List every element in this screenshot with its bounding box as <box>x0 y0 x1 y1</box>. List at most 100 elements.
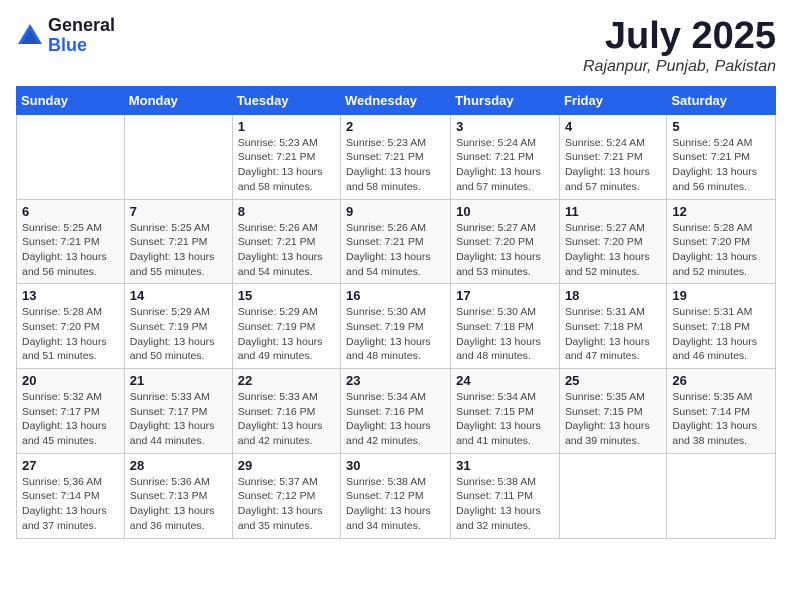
day-number: 27 <box>22 458 119 473</box>
calendar-cell: 29 Sunrise: 5:37 AM Sunset: 7:12 PM Dayli… <box>232 453 340 538</box>
day-detail: Sunrise: 5:38 AM Sunset: 7:12 PM Dayligh… <box>346 475 445 534</box>
calendar-cell: 13Sunrise: 5:28 AM Sunset: 7:20 PM Dayli… <box>17 284 125 369</box>
day-detail: Sunrise: 5:27 AM Sunset: 7:20 PM Dayligh… <box>456 221 554 280</box>
calendar-cell: 16Sunrise: 5:30 AM Sunset: 7:19 PM Dayli… <box>341 284 451 369</box>
day-number: 25 <box>565 373 661 388</box>
calendar-cell: 18 Sunrise: 5:31 AM Sunset: 7:18 PM Dayli… <box>559 284 666 369</box>
day-detail: Sunrise: 5:27 AM Sunset: 7:20 PM Dayligh… <box>565 221 661 280</box>
day-number: 12 <box>672 204 770 219</box>
calendar-cell: 25 Sunrise: 5:35 AM Sunset: 7:15 PM Dayli… <box>559 369 666 454</box>
calendar-cell: 9 Sunrise: 5:26 AM Sunset: 7:21 PM Daylig… <box>341 199 451 284</box>
day-detail: Sunrise: 5:29 AM Sunset: 7:19 PM Dayligh… <box>238 305 335 364</box>
day-detail: Sunrise: 5:32 AM Sunset: 7:17 PM Dayligh… <box>22 390 119 449</box>
calendar-header: SundayMondayTuesdayWednesdayThursdayFrid… <box>17 86 776 114</box>
calendar-cell: 8Sunrise: 5:26 AM Sunset: 7:21 PM Daylig… <box>232 199 340 284</box>
calendar-cell: 27Sunrise: 5:36 AM Sunset: 7:14 PM Dayli… <box>17 453 125 538</box>
calendar-week-row: 1 Sunrise: 5:23 AM Sunset: 7:21 PM Daylig… <box>17 114 776 199</box>
day-detail: Sunrise: 5:24 AM Sunset: 7:21 PM Dayligh… <box>672 136 770 195</box>
calendar-cell: 22 Sunrise: 5:33 AM Sunset: 7:16 PM Dayli… <box>232 369 340 454</box>
logo-text: General Blue <box>48 16 115 56</box>
page-header: General Blue July 2025 Rajanpur, Punjab,… <box>16 16 776 76</box>
day-number: 30 <box>346 458 445 473</box>
day-number: 20 <box>22 373 119 388</box>
calendar-cell: 1 Sunrise: 5:23 AM Sunset: 7:21 PM Daylig… <box>232 114 340 199</box>
day-detail: Sunrise: 5:24 AM Sunset: 7:21 PM Dayligh… <box>565 136 661 195</box>
day-detail: Sunrise: 5:31 AM Sunset: 7:18 PM Dayligh… <box>565 305 661 364</box>
calendar-cell: 10 Sunrise: 5:27 AM Sunset: 7:20 PM Dayli… <box>451 199 560 284</box>
day-detail: Sunrise: 5:23 AM Sunset: 7:21 PM Dayligh… <box>238 136 335 195</box>
day-number: 2 <box>346 119 445 134</box>
day-detail: Sunrise: 5:24 AM Sunset: 7:21 PM Dayligh… <box>456 136 554 195</box>
day-detail: Sunrise: 5:25 AM Sunset: 7:21 PM Dayligh… <box>130 221 227 280</box>
calendar-cell: 31 Sunrise: 5:38 AM Sunset: 7:11 PM Dayli… <box>451 453 560 538</box>
logo-general-text: General <box>48 16 115 36</box>
day-number: 31 <box>456 458 554 473</box>
weekday-header-sunday: Sunday <box>17 86 125 114</box>
calendar-cell: 17 Sunrise: 5:30 AM Sunset: 7:18 PM Dayli… <box>451 284 560 369</box>
calendar-cell <box>667 453 776 538</box>
calendar-cell: 11 Sunrise: 5:27 AM Sunset: 7:20 PM Dayli… <box>559 199 666 284</box>
month-title: July 2025 <box>583 16 776 58</box>
calendar-cell <box>17 114 125 199</box>
calendar-cell: 28 Sunrise: 5:36 AM Sunset: 7:13 PM Dayli… <box>124 453 232 538</box>
weekday-header-wednesday: Wednesday <box>341 86 451 114</box>
calendar-cell: 2Sunrise: 5:23 AM Sunset: 7:21 PM Daylig… <box>341 114 451 199</box>
calendar-cell: 19Sunrise: 5:31 AM Sunset: 7:18 PM Dayli… <box>667 284 776 369</box>
weekday-header-thursday: Thursday <box>451 86 560 114</box>
day-detail: Sunrise: 5:29 AM Sunset: 7:19 PM Dayligh… <box>130 305 227 364</box>
calendar-body: 1 Sunrise: 5:23 AM Sunset: 7:21 PM Daylig… <box>17 114 776 538</box>
day-detail: Sunrise: 5:26 AM Sunset: 7:21 PM Dayligh… <box>238 221 335 280</box>
day-detail: Sunrise: 5:28 AM Sunset: 7:20 PM Dayligh… <box>22 305 119 364</box>
day-number: 6 <box>22 204 119 219</box>
day-detail: Sunrise: 5:37 AM Sunset: 7:12 PM Dayligh… <box>238 475 335 534</box>
day-number: 15 <box>238 288 335 303</box>
logo: General Blue <box>16 16 115 56</box>
calendar-cell: 7Sunrise: 5:25 AM Sunset: 7:21 PM Daylig… <box>124 199 232 284</box>
day-detail: Sunrise: 5:35 AM Sunset: 7:15 PM Dayligh… <box>565 390 661 449</box>
day-detail: Sunrise: 5:35 AM Sunset: 7:14 PM Dayligh… <box>672 390 770 449</box>
day-number: 29 <box>238 458 335 473</box>
location: Rajanpur, Punjab, Pakistan <box>583 58 776 76</box>
calendar-week-row: 13Sunrise: 5:28 AM Sunset: 7:20 PM Dayli… <box>17 284 776 369</box>
calendar-cell: 21Sunrise: 5:33 AM Sunset: 7:17 PM Dayli… <box>124 369 232 454</box>
calendar-cell: 26 Sunrise: 5:35 AM Sunset: 7:14 PM Dayli… <box>667 369 776 454</box>
day-detail: Sunrise: 5:38 AM Sunset: 7:11 PM Dayligh… <box>456 475 554 534</box>
day-number: 28 <box>130 458 227 473</box>
day-detail: Sunrise: 5:28 AM Sunset: 7:20 PM Dayligh… <box>672 221 770 280</box>
calendar-cell: 6Sunrise: 5:25 AM Sunset: 7:21 PM Daylig… <box>17 199 125 284</box>
calendar-cell: 4 Sunrise: 5:24 AM Sunset: 7:21 PM Daylig… <box>559 114 666 199</box>
day-number: 26 <box>672 373 770 388</box>
calendar-week-row: 6 Sunrise: 5:25 AM Sunset: 7:21 PM Daylig… <box>17 199 776 284</box>
day-detail: Sunrise: 5:34 AM Sunset: 7:15 PM Dayligh… <box>456 390 554 449</box>
calendar-cell: 15 Sunrise: 5:29 AM Sunset: 7:19 PM Dayli… <box>232 284 340 369</box>
logo-icon <box>16 22 44 50</box>
calendar-week-row: 20 Sunrise: 5:32 AM Sunset: 7:17 PM Dayli… <box>17 369 776 454</box>
calendar-cell: 24Sunrise: 5:34 AM Sunset: 7:15 PM Dayli… <box>451 369 560 454</box>
day-detail: Sunrise: 5:26 AM Sunset: 7:21 PM Dayligh… <box>346 221 445 280</box>
logo-blue-text: Blue <box>48 36 115 56</box>
day-number: 18 <box>565 288 661 303</box>
day-detail: Sunrise: 5:30 AM Sunset: 7:18 PM Dayligh… <box>456 305 554 364</box>
calendar-cell <box>559 453 666 538</box>
calendar-cell: 3Sunrise: 5:24 AM Sunset: 7:21 PM Daylig… <box>451 114 560 199</box>
day-detail: Sunrise: 5:33 AM Sunset: 7:16 PM Dayligh… <box>238 390 335 449</box>
day-number: 4 <box>565 119 661 134</box>
day-number: 17 <box>456 288 554 303</box>
calendar-cell: 30 Sunrise: 5:38 AM Sunset: 7:12 PM Dayli… <box>341 453 451 538</box>
calendar-week-row: 27Sunrise: 5:36 AM Sunset: 7:14 PM Dayli… <box>17 453 776 538</box>
day-number: 9 <box>346 204 445 219</box>
day-number: 5 <box>672 119 770 134</box>
calendar-cell <box>124 114 232 199</box>
calendar-cell: 23Sunrise: 5:34 AM Sunset: 7:16 PM Dayli… <box>341 369 451 454</box>
weekday-header-friday: Friday <box>559 86 666 114</box>
calendar-cell: 14 Sunrise: 5:29 AM Sunset: 7:19 PM Dayli… <box>124 284 232 369</box>
calendar-table: SundayMondayTuesdayWednesdayThursdayFrid… <box>16 86 776 539</box>
day-detail: Sunrise: 5:36 AM Sunset: 7:13 PM Dayligh… <box>130 475 227 534</box>
day-number: 10 <box>456 204 554 219</box>
day-number: 1 <box>238 119 335 134</box>
weekday-header-row: SundayMondayTuesdayWednesdayThursdayFrid… <box>17 86 776 114</box>
day-number: 23 <box>346 373 445 388</box>
day-number: 11 <box>565 204 661 219</box>
day-number: 14 <box>130 288 227 303</box>
day-number: 22 <box>238 373 335 388</box>
